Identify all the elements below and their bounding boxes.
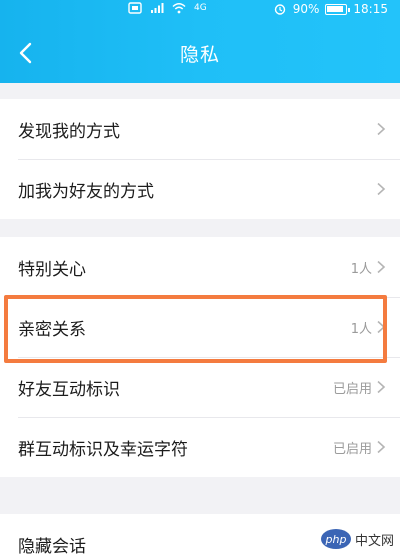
list-item-friend-interaction-badge[interactable]: 好友互动标识 已启用 (0, 357, 400, 417)
row-label: 发现我的方式 (18, 121, 120, 142)
chevron-right-icon (377, 260, 386, 274)
wifi-icon (172, 3, 186, 14)
chevron-right-icon (377, 380, 386, 394)
chevron-right-icon (377, 440, 386, 454)
signal-icon (151, 3, 164, 13)
row-value: 1人 (350, 261, 372, 277)
row-label: 亲密关系 (18, 319, 86, 340)
status-bar: 4G 90% 18:15 (0, 0, 400, 20)
watermark-site: 中文网 (354, 533, 394, 549)
chevron-right-icon (377, 122, 386, 136)
settings-group-discovery: 发现我的方式 加我为好友的方式 (0, 99, 400, 219)
row-value: 已启用 (332, 441, 372, 457)
clock: 18:15 (353, 2, 388, 16)
nav-bar: 隐私 (0, 22, 400, 83)
row-label: 群互动标识及幸运字符 (18, 439, 188, 460)
chevron-right-icon (377, 320, 386, 334)
row-label: 特别关心 (18, 259, 86, 280)
app-header: 4G 90% 18:15 隐私 (0, 0, 400, 83)
page-title: 隐私 (179, 44, 220, 66)
list-item-intimate-relationship[interactable]: 亲密关系 1人 (0, 297, 400, 357)
battery-percent: 90% (292, 2, 320, 16)
row-label: 好友互动标识 (18, 379, 120, 400)
watermark-logo: php (320, 529, 351, 549)
row-value: 1人 (350, 321, 372, 337)
alarm-icon (274, 4, 285, 15)
row-label: 加我为好友的方式 (18, 181, 154, 202)
list-item-group-interaction-badge[interactable]: 群互动标识及幸运字符 已启用 (0, 417, 400, 477)
status-left: 4G (128, 2, 207, 14)
row-value: 已启用 (332, 381, 372, 397)
chevron-right-icon (377, 182, 386, 196)
list-item-add-friend-method[interactable]: 加我为好友的方式 (0, 159, 400, 219)
list-item-discover-me[interactable]: 发现我的方式 (0, 99, 400, 159)
network-type: 4G (194, 3, 207, 13)
battery-level (327, 5, 343, 12)
list-item-special-care[interactable]: 特别关心 1人 (0, 237, 400, 297)
sim-icon (128, 2, 142, 14)
settings-group-relations: 特别关心 1人 亲密关系 1人 好友互动标识 已启用 群互动标识及幸运字符 已启… (0, 237, 400, 477)
battery-icon (325, 3, 351, 15)
status-right: 90% 18:15 (273, 2, 388, 16)
watermark: php 中文网 (320, 529, 394, 549)
